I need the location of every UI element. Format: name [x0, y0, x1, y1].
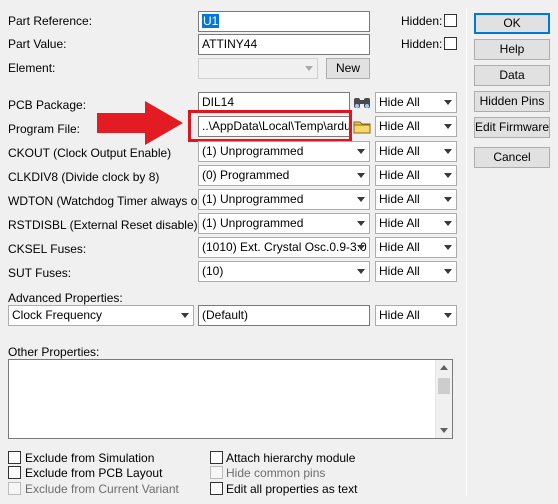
advanced-properties-label: Advanced Properties: [8, 291, 123, 305]
chevron-down-icon [305, 66, 313, 71]
part-reference-input[interactable]: U1 [198, 11, 370, 32]
cksel-hide-select[interactable]: Hide All [375, 237, 457, 258]
scroll-up-icon[interactable] [440, 365, 448, 370]
edit-firmware-button[interactable]: Edit Firmware [474, 117, 550, 138]
attach-hierarchy-checkbox[interactable] [210, 451, 223, 464]
exclude-simulation-label: Exclude from Simulation [25, 451, 155, 465]
chevron-down-icon [444, 124, 452, 129]
attach-hierarchy-label: Attach hierarchy module [226, 451, 356, 465]
clkdiv8-label: CLKDIV8 (Divide clock by 8) [8, 170, 160, 184]
chevron-down-icon [444, 197, 452, 202]
hidden-label-2: Hidden: [401, 37, 443, 51]
hide-common-pins-checkbox[interactable] [210, 466, 223, 479]
chevron-down-icon [444, 173, 452, 178]
chevron-down-icon [444, 149, 452, 154]
part-reference-hidden-checkbox[interactable] [444, 14, 457, 27]
exclude-pcb-checkbox[interactable] [8, 466, 21, 479]
chevron-down-icon [357, 173, 365, 178]
advanced-value-input[interactable]: (Default) [198, 305, 370, 326]
part-reference-value: U1 [202, 14, 220, 28]
rstdisbl-hide-select[interactable]: Hide All [375, 213, 457, 234]
data-button[interactable]: Data [474, 65, 550, 86]
exclude-variant-checkbox[interactable] [8, 482, 21, 495]
edit-all-text-checkbox[interactable] [210, 482, 223, 495]
wdton-hide-select[interactable]: Hide All [375, 189, 457, 210]
red-highlight-box [188, 110, 352, 142]
hidden-pins-button[interactable]: Hidden Pins [474, 91, 550, 112]
program-file-hide-select[interactable]: Hide All [375, 116, 457, 137]
scroll-down-icon[interactable] [440, 428, 448, 433]
chevron-down-icon [444, 269, 452, 274]
folder-icon[interactable] [352, 116, 372, 137]
red-arrow-annotation [95, 98, 187, 151]
new-button[interactable]: New [326, 58, 370, 79]
exclude-simulation-checkbox[interactable] [8, 451, 21, 464]
vertical-scrollbar[interactable] [435, 360, 452, 438]
part-reference-label: Part Reference: [8, 14, 93, 28]
chevron-down-icon [444, 221, 452, 226]
pcb-package-hide-select[interactable]: Hide All [375, 92, 457, 113]
sut-select[interactable]: (10) [198, 261, 370, 282]
wdton-label: WDTON (Watchdog Timer always on) [8, 194, 209, 208]
ckout-label: CKOUT (Clock Output Enable) [8, 146, 172, 160]
element-label: Element: [8, 61, 56, 75]
other-properties-textarea[interactable] [8, 359, 453, 439]
chevron-down-icon [357, 221, 365, 226]
chevron-down-icon [357, 269, 365, 274]
ckout-hide-select[interactable]: Hide All [375, 141, 457, 162]
help-button[interactable]: Help [474, 39, 550, 60]
edit-all-text-label: Edit all properties as text [226, 482, 358, 496]
cancel-button[interactable]: Cancel [474, 147, 550, 168]
ckout-select[interactable]: (1) Unprogrammed [198, 141, 370, 162]
exclude-pcb-label: Exclude from PCB Layout [25, 466, 163, 480]
element-select[interactable] [198, 58, 318, 79]
cksel-select[interactable]: (1010) Ext. Crystal Osc.0.9-3.0 M [198, 237, 370, 258]
binoculars-icon[interactable] [352, 92, 372, 113]
part-value-hidden-checkbox[interactable] [444, 37, 457, 50]
chevron-down-icon [357, 245, 365, 250]
advanced-hide-select[interactable]: Hide All [375, 305, 457, 326]
pcb-package-label: PCB Package: [8, 98, 87, 112]
advanced-property-select[interactable]: Clock Frequency [8, 305, 194, 326]
cksel-label: CKSEL Fuses: [8, 242, 87, 256]
wdton-select[interactable]: (1) Unprogrammed [198, 189, 370, 210]
clkdiv8-select[interactable]: (0) Programmed [198, 165, 370, 186]
sut-hide-select[interactable]: Hide All [375, 261, 457, 282]
chevron-down-icon [444, 245, 452, 250]
ok-button[interactable]: OK [474, 13, 550, 34]
rstdisbl-label: RSTDISBL (External Reset disable) [8, 218, 198, 232]
clkdiv8-hide-select[interactable]: Hide All [375, 165, 457, 186]
exclude-variant-label: Exclude from Current Variant [25, 482, 179, 496]
sut-label: SUT Fuses: [8, 266, 72, 280]
chevron-down-icon [444, 313, 452, 318]
chevron-down-icon [357, 197, 365, 202]
part-value-label: Part Value: [8, 37, 67, 51]
part-value-input[interactable]: ATTINY44 [198, 34, 370, 55]
chevron-down-icon [357, 149, 365, 154]
vertical-divider [466, 8, 467, 496]
scroll-thumb[interactable] [438, 378, 450, 394]
hidden-label-1: Hidden: [401, 14, 443, 28]
chevron-down-icon [444, 100, 452, 105]
rstdisbl-select[interactable]: (1) Unprogrammed [198, 213, 370, 234]
hide-common-pins-label: Hide common pins [226, 466, 326, 480]
chevron-down-icon [181, 313, 189, 318]
other-properties-label: Other Properties: [8, 345, 100, 359]
program-file-label: Program File: [8, 122, 81, 136]
